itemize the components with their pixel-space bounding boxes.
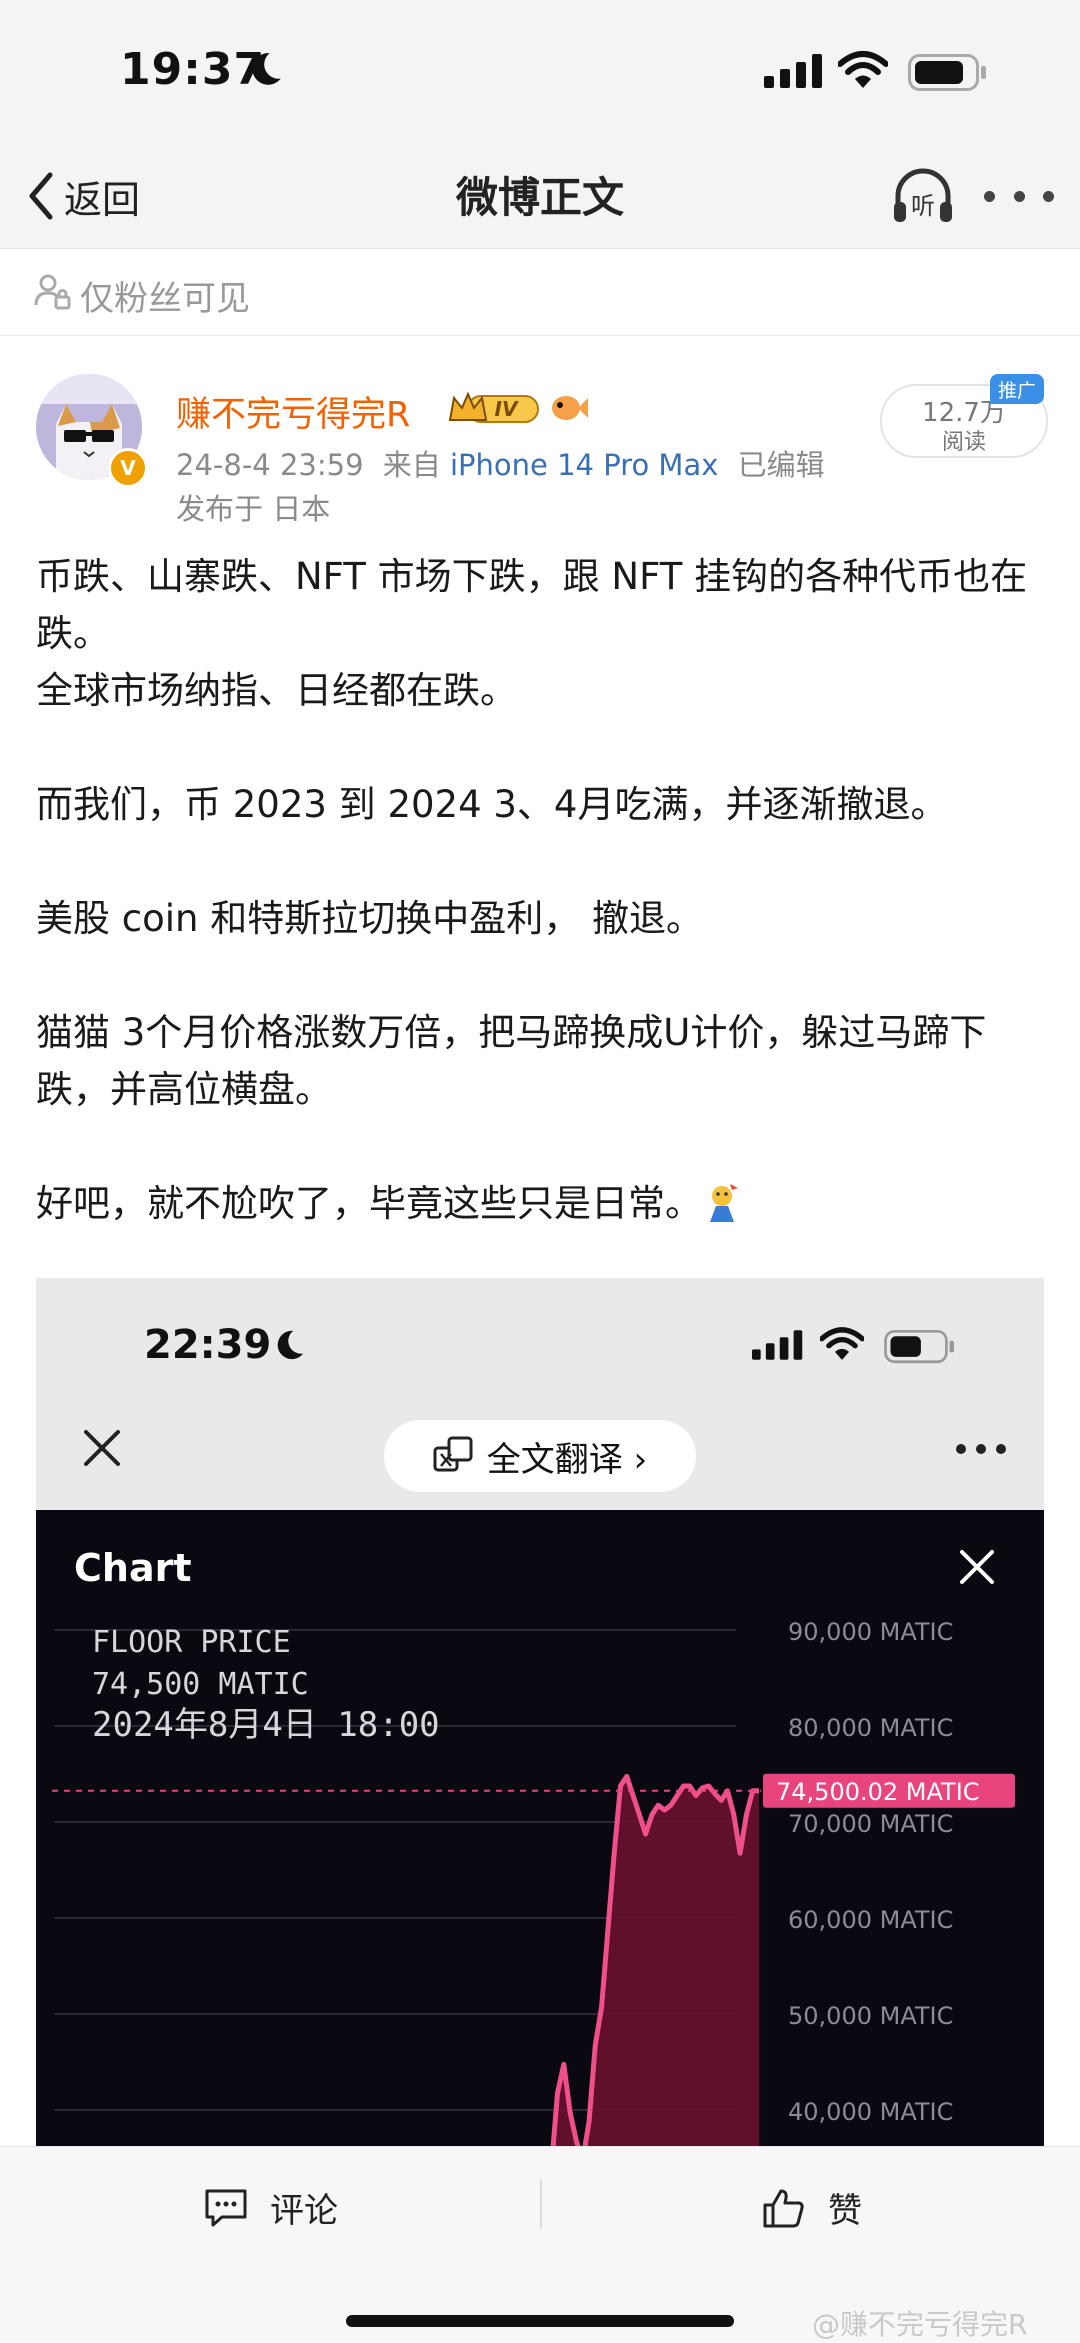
headphones-icon[interactable]: 听 bbox=[890, 162, 956, 228]
home-indicator[interactable] bbox=[346, 2315, 734, 2327]
more-dot bbox=[1013, 190, 1025, 202]
promote-badge[interactable]: 推广 bbox=[990, 374, 1044, 404]
like-button[interactable]: 赞 bbox=[762, 2183, 862, 2232]
moon-icon bbox=[252, 53, 281, 85]
comment-label: 评论 bbox=[270, 2191, 338, 2231]
translate-label: 全文翻译 › bbox=[486, 1439, 648, 1480]
current-price-label: 74,500.02 MATIC bbox=[776, 1778, 980, 1806]
post-paragraph-last: 好吧，就不尬吹了，毕竟这些只是日常。 bbox=[36, 1175, 1046, 1232]
comment-icon bbox=[205, 2189, 247, 2226]
post-timestamp: 24-8-4 23:59 bbox=[176, 448, 364, 482]
post-body: 币跌、山寨跌、NFT 市场下跌，跟 NFT 挂钩的各种代币也在跌。 全球市场纳指… bbox=[36, 548, 1046, 1232]
fans-only-lock-icon bbox=[34, 274, 71, 310]
divider bbox=[540, 2179, 542, 2229]
source-prefix: 来自 bbox=[382, 448, 441, 482]
y-tick-label: 40,000 MATIC bbox=[788, 2098, 953, 2126]
chart-annotation: 2024年8月4日 18:00 bbox=[92, 1705, 440, 1745]
post-paragraph: 猫猫 3个月价格涨数万倍，把马蹄换成U计价，躲过马蹄下跌，并高位横盘。 bbox=[36, 1011, 987, 1111]
source-device-link[interactable]: iPhone 14 Pro Max bbox=[450, 448, 718, 482]
listen-label: 听 bbox=[911, 192, 935, 220]
close-icon bbox=[960, 1550, 994, 1584]
chart-annotation: 74,500 MATIC bbox=[92, 1667, 309, 1702]
moon-icon bbox=[277, 1330, 304, 1360]
post-paragraph: 而我们，币 2023 到 2024 3、4月吃满，并逐渐撤退。 bbox=[36, 783, 948, 826]
thumbs-up-icon bbox=[763, 2189, 804, 2227]
verified-v-badge: V bbox=[108, 448, 148, 488]
post-paragraph: 好吧，就不尬吹了，毕竟这些只是日常。 bbox=[36, 1182, 702, 1225]
y-tick-label: 60,000 MATIC bbox=[788, 1906, 953, 1934]
more-dot bbox=[1043, 190, 1054, 202]
post-meta: 24-8-4 23:59 来自 iPhone 14 Pro Max 已编辑 bbox=[176, 442, 825, 484]
visibility-banner: 仅粉丝可见 bbox=[0, 249, 1080, 336]
chart-panel: 90,000 MATIC 80,000 MATIC 70,000 MATIC 60,0… bbox=[36, 1510, 1044, 2148]
more-dot bbox=[984, 190, 995, 202]
watermark: @赚不完亏得完R bbox=[812, 2308, 1028, 2341]
vip-level-text: IV bbox=[495, 397, 519, 421]
close-icon bbox=[84, 1430, 120, 1466]
battery-icon bbox=[884, 1330, 954, 1364]
post-paragraph: 币跌、山寨跌、NFT 市场下跌，跟 NFT 挂钩的各种代币也在跌。 bbox=[36, 555, 1028, 655]
translate-icon bbox=[433, 1436, 473, 1472]
y-tick-label: 50,000 MATIC bbox=[788, 2002, 953, 2030]
post-location: 发布于 日本 bbox=[176, 492, 331, 526]
wifi-icon bbox=[838, 51, 888, 88]
visibility-text: 仅粉丝可见 bbox=[80, 279, 250, 319]
like-label: 赞 bbox=[828, 2191, 862, 2231]
floor-price-chart: 90,000 MATIC 80,000 MATIC 70,000 MATIC 60,0… bbox=[52, 1618, 1015, 2148]
author-name[interactable]: 赚不完亏得完R bbox=[176, 386, 410, 437]
post-paragraph: 美股 coin 和特斯拉切换中盈利， 撤退。 bbox=[36, 897, 703, 940]
fish-emoji-icon bbox=[552, 396, 588, 420]
party-emoji-icon bbox=[710, 1184, 738, 1222]
status-time: 19:37 bbox=[120, 44, 266, 95]
full-translate-button: 全文翻译 › bbox=[384, 1420, 696, 1492]
y-tick-label: 90,000 MATIC bbox=[788, 1618, 953, 1646]
signal-icon bbox=[752, 1330, 803, 1360]
signal-icon bbox=[764, 54, 822, 88]
comment-button[interactable]: 评论 bbox=[204, 2183, 338, 2232]
battery-icon bbox=[908, 54, 986, 91]
post-paragraph: 全球市场纳指、日经都在跌。 bbox=[36, 669, 517, 712]
chart-annotation: FLOOR PRICE bbox=[92, 1625, 291, 1660]
embedded-screenshot-image[interactable]: 22:39 全文翻译 › 90,000 MATIC 80,000 MATIC 70,… bbox=[36, 1278, 1044, 2148]
y-tick-label: 80,000 MATIC bbox=[788, 1714, 953, 1742]
status-bar: 19:37 bbox=[0, 0, 1080, 140]
edited-label: 已编辑 bbox=[737, 448, 825, 482]
wifi-icon bbox=[820, 1327, 864, 1360]
embed-more-icon bbox=[956, 1444, 1006, 1456]
embed-status-time: 22:39 bbox=[144, 1322, 272, 1368]
more-button[interactable] bbox=[984, 168, 1054, 224]
nav-bar: 返回 微博正文 听 bbox=[0, 140, 1080, 249]
y-tick-label: 70,000 MATIC bbox=[788, 1810, 953, 1838]
read-label: 阅读 bbox=[941, 430, 986, 455]
bottom-action-bar: 评论 赞 @赚不完亏得完R bbox=[0, 2146, 1080, 2342]
chart-title: Chart bbox=[74, 1546, 192, 1590]
vip-crown-badge-icon: IV bbox=[448, 391, 539, 423]
